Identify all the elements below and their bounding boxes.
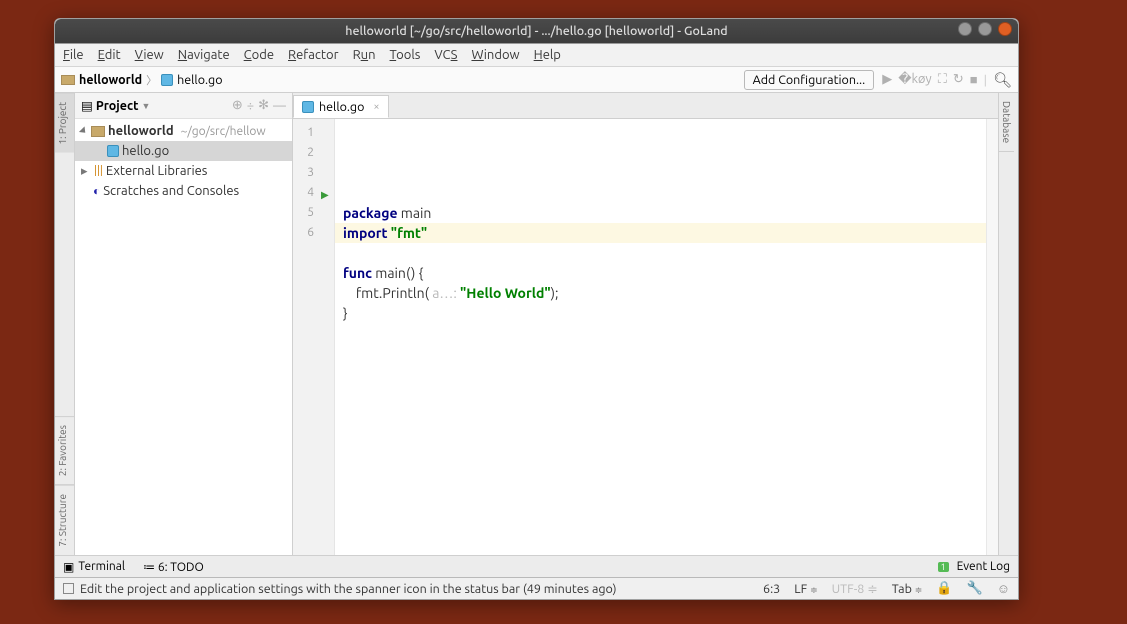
tree-file-hello[interactable]: hello.go (75, 141, 292, 161)
tool-favorites[interactable]: 2: Favorites (55, 416, 74, 485)
menubar: File Edit View Navigate Code Refactor Ru… (55, 43, 1018, 67)
tool-todo[interactable]: ≔ 6: TODO (143, 560, 204, 574)
menu-help[interactable]: Help (534, 48, 561, 62)
hide-icon[interactable]: — (273, 99, 286, 113)
tree-root-path: ~/go/src/hellow (181, 125, 266, 138)
search-icon[interactable]: 🔍︎ (993, 71, 1012, 89)
person-icon[interactable]: ☺ (997, 581, 1010, 596)
menu-run[interactable]: Run (353, 48, 376, 62)
ide-window: helloworld [~/go/src/helloworld] - .../h… (54, 18, 1019, 600)
profile-icon[interactable]: ↻ (953, 72, 964, 87)
sidebar-title: ▤ Project ▼ (81, 98, 150, 113)
folder-icon (61, 75, 75, 85)
breadcrumb-project[interactable]: helloworld (79, 73, 142, 87)
breadcrumb-file[interactable]: hello.go (177, 73, 222, 87)
tree-external-libraries[interactable]: ▸ ||| External Libraries (75, 161, 292, 181)
tool-database[interactable]: Database (999, 93, 1014, 152)
editor-tabs: hello.go × (293, 93, 998, 119)
editor-tab-label: hello.go (319, 100, 364, 114)
menu-code[interactable]: Code (244, 48, 274, 62)
navigation-bar: helloworld 〉 hello.go Add Configuration.… (55, 67, 1018, 93)
tree-root[interactable]: helloworld ~/go/src/hellow (75, 121, 292, 141)
tool-structure[interactable]: 7: Structure (55, 485, 74, 555)
go-file-icon (161, 74, 173, 86)
tool-event-log[interactable]: Event Log (957, 560, 1010, 573)
tool-terminal[interactable]: ▣ Terminal (63, 560, 125, 574)
status-caret-pos[interactable]: 6:3 (763, 582, 780, 596)
tree-scratches[interactable]: ◐ Scratches and Consoles (75, 181, 292, 201)
debug-icon[interactable]: �køy (898, 72, 931, 87)
minimize-button[interactable] (958, 22, 972, 36)
code-area[interactable]: package main import "fmt" func main() { … (335, 119, 986, 555)
run-line-marker-icon[interactable]: ▶ (321, 185, 329, 205)
overview-ruler[interactable] (986, 119, 998, 555)
coverage-icon[interactable]: ⛶ (938, 72, 947, 87)
collapse-icon[interactable]: ÷ (247, 99, 254, 113)
go-file-icon (302, 101, 314, 113)
menu-refactor[interactable]: Refactor (288, 48, 339, 62)
menu-view[interactable]: View (135, 48, 164, 62)
tree-root-name: helloworld (108, 124, 174, 138)
tool-project[interactable]: 1: Project (55, 93, 74, 153)
menu-vcs[interactable]: VCS (434, 48, 457, 62)
tree-file-name: hello.go (122, 144, 169, 158)
stop-icon[interactable]: ■ (970, 72, 978, 87)
project-sidebar: ▤ Project ▼ ⊕ ÷ ✻ — helloworld ~/go/src/… (75, 93, 293, 555)
locate-icon[interactable]: ⊕ (232, 98, 243, 113)
event-log-badge: 1 (938, 562, 949, 572)
window-title: helloworld [~/go/src/helloworld] - .../h… (345, 24, 727, 38)
scratch-icon: ◐ (93, 184, 100, 198)
status-line-sep[interactable]: LF ≑ (794, 582, 817, 596)
maximize-button[interactable] (978, 22, 992, 36)
folder-icon (91, 126, 105, 137)
line-gutter: 123456 ▶ (293, 119, 335, 555)
editor-tab-hello[interactable]: hello.go × (293, 95, 389, 118)
menu-edit[interactable]: Edit (98, 48, 121, 62)
lock-icon[interactable]: 🔒 (936, 581, 952, 596)
status-message: Edit the project and application setting… (80, 582, 617, 596)
bottom-tool-strip: ▣ Terminal ≔ 6: TODO 1 Event Log (55, 555, 1018, 577)
menu-file[interactable]: File (63, 48, 84, 62)
menu-tools[interactable]: Tools (390, 48, 421, 62)
breadcrumb-sep: 〉 (146, 72, 157, 88)
tool-windows-icon[interactable] (63, 583, 74, 594)
tree-libs-label: External Libraries (106, 164, 208, 178)
add-configuration-button[interactable]: Add Configuration... (744, 70, 875, 90)
settings-icon[interactable]: ✻ (258, 98, 269, 113)
library-icon: ||| (94, 165, 103, 177)
close-tab-icon[interactable]: × (373, 101, 379, 113)
titlebar[interactable]: helloworld [~/go/src/helloworld] - .../h… (55, 19, 1018, 43)
run-icon[interactable]: ▶ (882, 72, 892, 87)
close-button[interactable] (998, 22, 1012, 36)
status-indent[interactable]: Tab ≑ (892, 582, 923, 596)
menu-window[interactable]: Window (471, 48, 519, 62)
status-encoding[interactable]: UTF-8 ≑ (832, 581, 878, 596)
right-tool-strip: Database (998, 93, 1018, 555)
wrench-icon[interactable]: 🔧 (967, 581, 983, 596)
code-editor[interactable]: 123456 ▶ package main import "fmt" func … (293, 119, 998, 555)
status-bar: Edit the project and application setting… (55, 577, 1018, 599)
left-tool-strip: 1: Project 2: Favorites 7: Structure (55, 93, 75, 555)
menu-navigate[interactable]: Navigate (178, 48, 230, 62)
tree-scratch-label: Scratches and Consoles (103, 184, 239, 198)
go-file-icon (107, 145, 119, 157)
